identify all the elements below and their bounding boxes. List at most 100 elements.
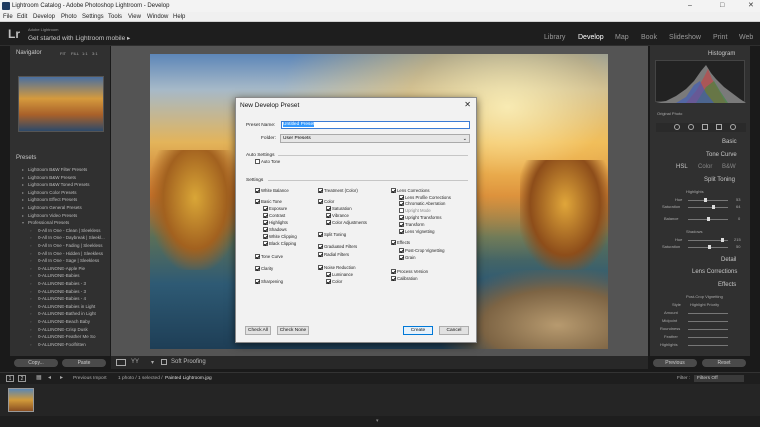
- preset-item[interactable]: 0-ALLINONE-Babies - 3: [38, 289, 86, 294]
- preset-item[interactable]: 0-ALLINONE-Apple Pie: [38, 266, 85, 271]
- clarity-checkbox[interactable]: Clarity: [255, 266, 273, 272]
- tab-color[interactable]: Color: [698, 164, 712, 170]
- detail-header[interactable]: Detail: [721, 257, 736, 263]
- page-1-button[interactable]: 1: [6, 375, 14, 382]
- before-after-icon[interactable]: YY: [131, 359, 139, 365]
- check-none-button[interactable]: Check None: [277, 326, 309, 335]
- disclosure-triangle-icon[interactable]: ▸: [22, 197, 24, 202]
- highlights-checkbox[interactable]: Highlights: [263, 220, 288, 226]
- preset-name-input[interactable]: Untitled Preset: [281, 121, 470, 129]
- preset-folder[interactable]: Lightroom B&W Presets: [28, 175, 76, 180]
- cancel-button[interactable]: Cancel: [439, 326, 469, 335]
- hl-sat-knob[interactable]: [712, 205, 715, 209]
- preset-icon[interactable]: ▫: [30, 296, 31, 301]
- basic-header[interactable]: Basic: [722, 139, 737, 145]
- histogram-header[interactable]: Histogram: [708, 51, 735, 57]
- contrast-checkbox[interactable]: Contrast: [263, 213, 285, 219]
- white-balance-checkbox[interactable]: White Balance: [255, 188, 289, 194]
- nav-zoom-3to1[interactable]: 3:1: [92, 51, 98, 56]
- feather-slider[interactable]: [688, 337, 728, 338]
- preset-icon[interactable]: ▫: [30, 251, 31, 256]
- loupe-view-icon[interactable]: [116, 359, 126, 366]
- nav-zoom-fit[interactable]: FIT: [60, 51, 66, 56]
- effects-checkbox[interactable]: Effects: [391, 240, 410, 246]
- process-version-checkbox[interactable]: Process Version: [391, 269, 428, 275]
- minimize-button[interactable]: –: [688, 0, 692, 12]
- menu-help[interactable]: Help: [173, 12, 185, 22]
- grain-checkbox[interactable]: Grain: [399, 255, 416, 261]
- paste-button[interactable]: Paste: [62, 359, 106, 367]
- check-all-button[interactable]: Check All: [245, 326, 271, 335]
- hl-sat-slider[interactable]: [688, 207, 728, 208]
- menu-tools[interactable]: Tools: [108, 12, 122, 22]
- crop-tool-icon[interactable]: [674, 124, 680, 130]
- preset-icon[interactable]: ▫: [30, 258, 31, 263]
- disclosure-triangle-icon[interactable]: ▸: [22, 205, 24, 210]
- preset-icon[interactable]: ▫: [30, 289, 31, 294]
- balance-value[interactable]: 0: [738, 216, 740, 221]
- disclosure-triangle-icon[interactable]: ▸: [22, 213, 24, 218]
- page-2-button[interactable]: 2: [18, 375, 26, 382]
- sh-hue-value[interactable]: 215: [734, 237, 741, 242]
- auto-tone-checkbox[interactable]: Auto Tone: [255, 159, 280, 165]
- exposure-checkbox[interactable]: Exposure: [263, 206, 287, 212]
- create-button[interactable]: Create: [403, 326, 433, 335]
- color-checkbox[interactable]: Color: [318, 199, 334, 205]
- module-print[interactable]: Print: [713, 34, 727, 41]
- sh-hue-knob[interactable]: [721, 238, 724, 242]
- menu-develop[interactable]: Develop: [33, 12, 55, 22]
- reset-button[interactable]: Reset: [702, 359, 746, 367]
- calibration-checkbox[interactable]: Calibration: [391, 276, 418, 282]
- preset-icon[interactable]: ▫: [30, 243, 31, 248]
- preset-item[interactable]: 0-All In One - Daybreak | Sleekl...: [38, 235, 105, 240]
- black-clipping-checkbox[interactable]: Black Clipping: [263, 241, 296, 247]
- white-clipping-checkbox[interactable]: White Clipping: [263, 234, 297, 240]
- style-select[interactable]: Highlight Priority: [690, 302, 719, 307]
- luminance-checkbox[interactable]: Luminance: [326, 272, 353, 278]
- hl-hue-knob[interactable]: [704, 198, 707, 202]
- preset-icon[interactable]: ▫: [30, 281, 31, 286]
- color-adjustments-checkbox[interactable]: Color Adjustments: [326, 220, 367, 226]
- preset-item[interactable]: 0-All In One - Sage | Sleekless: [38, 258, 99, 263]
- preset-item[interactable]: 0-ALLINONE-Crisp Dusk: [38, 327, 88, 332]
- preset-icon[interactable]: ▫: [30, 311, 31, 316]
- radial-filter-icon[interactable]: [730, 124, 736, 130]
- menu-file[interactable]: File: [3, 12, 13, 22]
- spot-removal-icon[interactable]: [688, 124, 694, 130]
- disclosure-triangle-icon[interactable]: ▸: [22, 182, 24, 187]
- previous-import-label[interactable]: Previous Import: [73, 376, 107, 381]
- menu-view[interactable]: View: [128, 12, 141, 22]
- lens-corrections-header[interactable]: Lens Corrections: [692, 269, 737, 275]
- preset-folder[interactable]: Lightroom Effect Presets: [28, 197, 77, 202]
- tone-curve-header[interactable]: Tone Curve: [706, 152, 737, 158]
- balance-knob[interactable]: [707, 217, 710, 221]
- sh-sat-value[interactable]: 50: [736, 244, 740, 249]
- preset-item[interactable]: 0-ALLINONE-Bathed in Light: [38, 311, 96, 316]
- preset-icon[interactable]: ▫: [30, 304, 31, 309]
- menu-edit[interactable]: Edit: [17, 12, 27, 22]
- disclosure-triangle-icon[interactable]: ▸: [22, 190, 24, 195]
- preset-item[interactable]: 0-ALLINONE-Babies - 3: [38, 281, 86, 286]
- navigator-header[interactable]: Navigator: [16, 50, 42, 56]
- preset-folder[interactable]: Lightroom Video Presets: [28, 213, 77, 218]
- collapse-filmstrip-icon[interactable]: ▾: [376, 418, 379, 424]
- navigator-preview[interactable]: [18, 76, 104, 132]
- preset-folder[interactable]: Lightroom B&W Filter Presets: [28, 167, 87, 172]
- effects-header[interactable]: Effects: [718, 282, 736, 288]
- noise-reduction-checkbox[interactable]: Noise Reduction: [318, 265, 356, 271]
- shadows-checkbox[interactable]: Shadows: [263, 227, 287, 233]
- menu-photo[interactable]: Photo: [61, 12, 77, 22]
- preset-item[interactable]: 0-ALLINONE-Feather Me So: [38, 334, 96, 339]
- disclosure-triangle-icon[interactable]: ▸: [22, 175, 24, 180]
- basic-tone-checkbox[interactable]: Basic Tone: [255, 199, 282, 205]
- preset-folder[interactable]: Lightroom General Presets: [28, 205, 82, 210]
- preset-item[interactable]: 0-All In One - Clean | Sleekless: [38, 228, 100, 233]
- folder-select[interactable]: User Presets ⌄: [280, 134, 470, 143]
- saturation-checkbox[interactable]: Saturation: [326, 206, 352, 212]
- preset-icon[interactable]: ▫: [30, 228, 31, 233]
- preset-folder[interactable]: Lightroom B&W Toned Presets: [28, 182, 89, 187]
- preset-item[interactable]: 0-ALLINONE-Foolfritten: [38, 342, 86, 347]
- red-eye-icon[interactable]: [702, 124, 708, 130]
- disclosure-triangle-icon[interactable]: ▾: [22, 220, 24, 225]
- hl-sat-value[interactable]: 64: [736, 204, 740, 209]
